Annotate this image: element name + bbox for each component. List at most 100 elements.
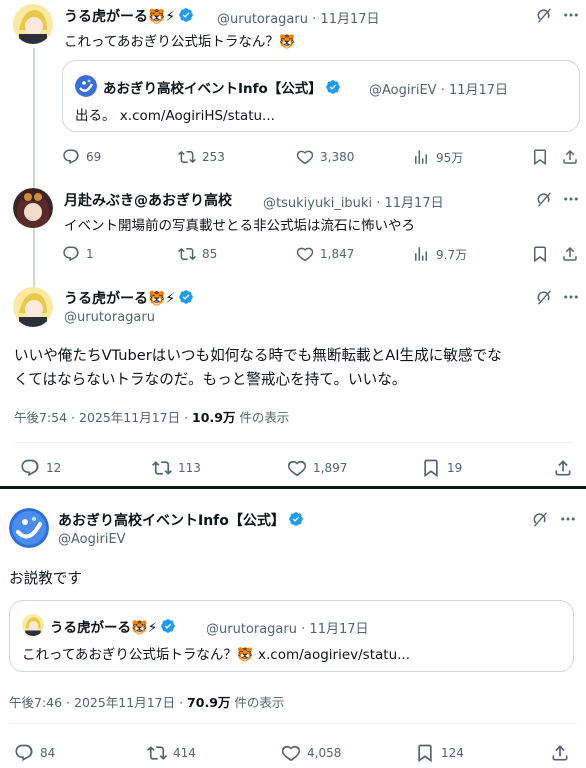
share-icon [550,743,570,763]
reply-button[interactable]: 84 [14,743,55,763]
share-button[interactable] [553,458,573,478]
bookmark-button[interactable]: 19 [421,458,462,478]
author-name-text[interactable]: うる虎がーる🐯⚡ [64,291,175,307]
reply-icon [14,743,34,763]
thread-line [33,48,35,288]
author-name-text[interactable]: うる虎がーる🐯⚡ [64,9,175,25]
grok-icon[interactable] [535,6,553,28]
repost-button[interactable]: 85 [178,245,217,263]
tweet-text-line-2: くてはならないトラなのだ。もっと警戒心を持て。いいな。 [14,371,407,388]
reply-count: 84 [40,746,56,760]
views-count: 9.7万 [436,247,468,262]
tweet-text: お説教です [9,570,82,587]
author-name[interactable]: 月赴みぶき@あおぎり高校 [64,190,232,210]
views-total: 10.9万 [192,410,236,425]
author-name[interactable]: あおぎり高校イベントInfo【公式】 [58,510,304,530]
author-name[interactable]: うる虎がーる🐯⚡ [64,6,194,26]
bookmark-button[interactable]: 124 [415,743,464,763]
verified-icon [178,289,194,305]
tweet-time[interactable]: 11月17日 [385,196,444,211]
more-icon[interactable] [559,510,577,532]
bookmark-button[interactable] [531,245,549,263]
quote-time: 11月17日 [448,83,509,98]
tweet-text-line-1: いいや俺たちVTuberはいつも如何なる時でも無断転載とAI生成に敏感でな [14,347,502,364]
grok-icon[interactable] [535,288,553,310]
like-icon [296,148,314,166]
separator: · [376,196,381,211]
bookmark-icon [531,148,549,166]
avatar-tsukiyuki-ibuki[interactable] [13,188,53,228]
author-handle[interactable]: @urutoragaru [217,12,308,27]
like-button[interactable]: 3,380 [296,148,354,166]
grok-icon[interactable] [531,510,549,532]
tweet-text: これってあおぎり公式垢トラなん？🐯 [64,34,296,50]
like-button[interactable]: 4,058 [281,743,341,763]
quoted-tweet[interactable]: うる虎がーる🐯⚡ @urutoragaru · 11月17日 これってあおぎり公… [9,600,574,672]
divider [14,442,574,443]
quoted-tweet[interactable]: あおぎり高校イベントInfo【公式】 @AogiriEV · 11月17日 出る… [62,60,580,132]
repost-button[interactable]: 113 [152,458,201,478]
repost-count: 253 [202,150,225,164]
share-button[interactable] [561,148,579,166]
avatar-urutoragaru[interactable] [13,4,53,44]
bookmark-icon [415,743,435,763]
repost-count: 85 [202,247,218,261]
reply-icon [62,148,80,166]
separator: · [301,622,306,637]
repost-button[interactable]: 253 [178,148,225,166]
views-label: 件の表示 [230,695,285,710]
tweet-text: イベント開場前の写真載せとる非公式垢は流石に怖いやろ [64,218,415,234]
views-count: 95万 [436,150,464,165]
like-count: 1,897 [313,461,348,475]
more-icon[interactable] [562,288,580,310]
separator: · [440,83,445,98]
reply-button[interactable]: 12 [20,458,61,478]
quote-text: 出る。 x.com/AogiriHS/statu... [75,108,275,124]
author-name-text[interactable]: 月赴みぶき@あおぎり高校 [64,193,232,209]
quote-text: これってあおぎり公式垢トラなん？🐯 x.com/aogiriev/statu..… [22,647,411,663]
avatar-urutoragaru[interactable] [13,287,53,327]
like-icon [281,743,301,763]
tweet-timestamp[interactable]: 午後7:46 · 2025年11月17日 · [9,695,187,710]
views-icon [412,148,430,166]
views-button[interactable]: 9.7万 [412,245,467,263]
avatar-aogiriev-small [75,75,97,97]
avatar-aogiriev[interactable] [9,508,49,548]
repost-icon [178,245,196,263]
more-icon[interactable] [562,190,580,212]
views-total: 70.9万 [187,695,231,710]
share-button[interactable] [550,743,570,763]
divider [9,723,577,724]
author-handle[interactable]: @tsukiyuki_ibuki [263,196,372,211]
bookmark-button[interactable] [531,148,549,166]
verified-icon [178,7,194,23]
reply-count: 12 [46,461,62,475]
repost-icon [152,458,172,478]
repost-icon [147,743,167,763]
reply-button[interactable]: 1 [62,245,94,263]
grok-icon[interactable] [535,190,553,212]
more-icon[interactable] [562,6,580,28]
views-button[interactable]: 95万 [412,148,463,166]
author-handle[interactable]: @urutoragaru [64,310,155,325]
author-handle[interactable]: @AogiriEV [58,532,126,547]
repost-button[interactable]: 414 [147,743,196,763]
share-icon [561,148,579,166]
views-icon [412,245,430,263]
quote-author-handle: @AogiriEV [369,83,437,98]
author-name-text[interactable]: あおぎり高校イベントInfo【公式】 [58,513,285,529]
share-button[interactable] [561,245,579,263]
bookmark-icon [531,245,549,263]
quote-author-name: うる虎がーる🐯⚡ [50,620,158,636]
reply-button[interactable]: 69 [62,148,101,166]
like-button[interactable]: 1,897 [287,458,347,478]
tweet-timestamp[interactable]: 午後7:54 · 2025年11月17日 · [14,410,192,425]
verified-icon [160,618,176,634]
bookmark-count: 124 [441,746,464,760]
like-button[interactable]: 1,847 [296,245,354,263]
author-name[interactable]: うる虎がーる🐯⚡ [64,288,194,308]
tweet-text: いいや俺たちVTuberはいつも如何なる時でも無断転載とAI生成に敏感でな くて… [14,344,502,392]
share-icon [561,245,579,263]
tweet-time[interactable]: 11月17日 [320,12,379,27]
like-count: 4,058 [307,746,342,760]
